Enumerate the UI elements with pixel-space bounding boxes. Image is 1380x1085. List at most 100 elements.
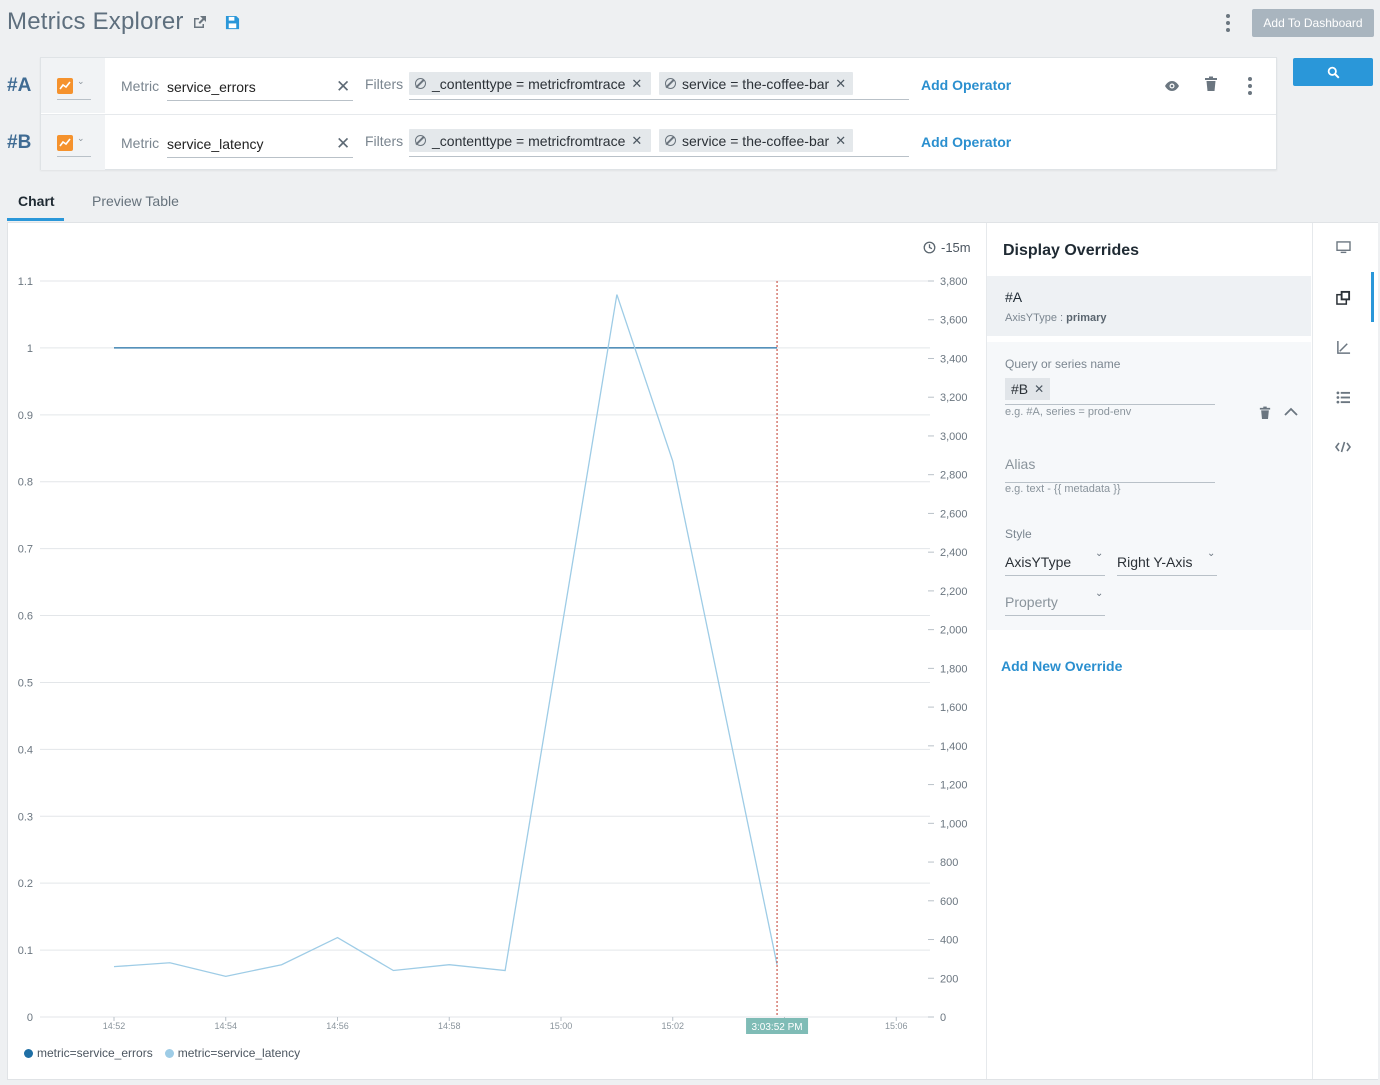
- add-new-override-link[interactable]: Add New Override: [1001, 658, 1122, 674]
- query-row-a: #A ⌄ Metric service_errors ✕ Filters _co…: [7, 58, 1276, 114]
- x-tick-label: 15:02: [661, 1021, 684, 1031]
- legend-item[interactable]: metric=service_errors: [24, 1046, 153, 1060]
- legend-label: metric=service_latency: [177, 1046, 301, 1060]
- y-left-tick-label: 0.6: [18, 611, 33, 623]
- more-options-icon[interactable]: [1220, 13, 1236, 33]
- remove-filter-icon[interactable]: ✕: [631, 76, 642, 92]
- filter-chip-label: service = the-coffee-bar: [682, 75, 830, 92]
- property-select[interactable]: Property: [1005, 594, 1058, 610]
- y-right-tick-label: 2,800: [940, 470, 968, 482]
- clear-metric-icon[interactable]: ✕: [336, 77, 350, 97]
- line-chart: 0 0.1 0.2 0.3 0.4 0.5 0.6 0.7 0.8 0.9 1 1.1 0 200 400 6…: [18, 276, 968, 1034]
- query-label: #A: [7, 75, 32, 96]
- tab-chart[interactable]: Chart: [18, 193, 55, 209]
- y-right-tick-label: 3,800: [940, 276, 968, 288]
- y-left-tick-label: 0.2: [18, 878, 33, 890]
- override-summary: AxisYType : primary: [1005, 312, 1107, 324]
- series-chip[interactable]: #B ✕: [1005, 378, 1051, 400]
- axis-icon[interactable]: [1333, 337, 1353, 357]
- clear-metric-icon[interactable]: ✕: [336, 134, 350, 154]
- eye-icon[interactable]: [1164, 78, 1180, 94]
- y-left-tick-label: 0.9: [18, 410, 33, 422]
- y-right-tick-label: 1,600: [940, 702, 968, 714]
- filter-chip-label: _contenttype = metricfromtrace: [432, 132, 626, 149]
- metric-label: Metric: [121, 78, 160, 94]
- query-type-cell: ⌄: [41, 115, 105, 170]
- share-icon[interactable]: [191, 13, 209, 31]
- alias-input[interactable]: Alias: [1005, 456, 1035, 472]
- save-icon[interactable]: [223, 13, 241, 31]
- chevron-up-icon[interactable]: [1284, 407, 1298, 417]
- y-right-tick-label: 0: [940, 1012, 946, 1024]
- chevron-down-icon: ⌄: [1095, 588, 1104, 599]
- overrides-icon[interactable]: [1333, 287, 1353, 307]
- remove-filter-icon[interactable]: ✕: [631, 133, 642, 149]
- filter-chip-label: _contenttype = metricfromtrace: [432, 75, 626, 92]
- y-left-tick-label: 1: [27, 343, 33, 355]
- y-right-tick-label: 3,600: [940, 315, 968, 327]
- query-series-input[interactable]: [1005, 404, 1215, 405]
- y-right-tick-label: 2,200: [940, 586, 968, 598]
- filters-label: Filters: [365, 76, 404, 92]
- rail-active-indicator: [1371, 272, 1374, 322]
- y-right-tick-label: 400: [940, 935, 958, 947]
- y-right-tick-label: 1,400: [940, 741, 968, 753]
- overrides-title: Display Overrides: [1003, 242, 1140, 259]
- style-select-underline: [1005, 575, 1105, 576]
- query-series-hint: e.g. #A, series = prod-env: [1005, 406, 1132, 418]
- query-type-dropdown[interactable]: ⌄: [57, 76, 91, 100]
- metric-input[interactable]: service_errors: [167, 75, 353, 101]
- query-series-label: Query or series name: [1005, 357, 1121, 371]
- add-operator-link[interactable]: Add Operator: [921, 77, 1011, 93]
- y-right-tick-label: 2,600: [940, 508, 968, 520]
- legend-list-icon[interactable]: [1333, 387, 1353, 407]
- y-left-tick-label: 0.3: [18, 811, 33, 823]
- x-tick-label: 14:52: [103, 1021, 126, 1031]
- query-type-dropdown[interactable]: ⌄: [57, 133, 91, 157]
- override-item-a[interactable]: #A AxisYType : primary: [987, 276, 1311, 336]
- remove-filter-icon[interactable]: ✕: [835, 133, 846, 149]
- y-right-tick-label: 2,400: [940, 547, 968, 559]
- exclude-icon: [665, 78, 676, 89]
- legend-item[interactable]: metric=service_latency: [164, 1046, 301, 1060]
- y-left-tick-label: 0.1: [18, 945, 33, 957]
- filters-field[interactable]: _contenttype = metricfromtrace ✕ service…: [409, 72, 909, 100]
- filters-field[interactable]: _contenttype = metricfromtrace ✕ service…: [409, 129, 909, 157]
- trash-icon[interactable]: [1204, 76, 1218, 92]
- chart-type-icon: [57, 135, 73, 151]
- x-tick-label: 15:00: [550, 1021, 573, 1031]
- remove-filter-icon[interactable]: ✕: [835, 76, 846, 92]
- query-more-icon[interactable]: [1242, 76, 1258, 96]
- clock-icon: [923, 241, 936, 254]
- metric-input[interactable]: service_latency: [167, 132, 353, 158]
- y-right-tick-label: 600: [940, 896, 958, 908]
- y-right-tick-label: 1,800: [940, 663, 968, 675]
- tab-preview-table[interactable]: Preview Table: [92, 193, 179, 209]
- filter-chip[interactable]: service = the-coffee-bar ✕: [659, 129, 853, 152]
- override-name: #A: [1005, 289, 1023, 305]
- filters-label: Filters: [365, 133, 404, 149]
- legend-swatch: [24, 1049, 33, 1058]
- time-range-button[interactable]: -15m: [923, 240, 971, 255]
- filter-chip[interactable]: service = the-coffee-bar ✕: [659, 72, 853, 95]
- code-icon[interactable]: [1333, 437, 1353, 457]
- legend-label: metric=service_errors: [37, 1046, 153, 1060]
- exclude-icon: [415, 78, 426, 89]
- chevron-down-icon: ⌄: [77, 133, 85, 143]
- y-right-tick-label: 800: [940, 857, 958, 869]
- y-right-tick-label: 200: [940, 973, 958, 985]
- remove-series-icon[interactable]: ✕: [1034, 382, 1044, 396]
- search-icon: [1327, 66, 1339, 78]
- search-button[interactable]: [1293, 58, 1373, 86]
- style-label: Style: [1005, 527, 1032, 541]
- axis-select[interactable]: Right Y-Axis: [1117, 554, 1192, 570]
- monitor-icon[interactable]: [1333, 237, 1353, 257]
- add-operator-link[interactable]: Add Operator: [921, 134, 1011, 150]
- add-to-dashboard-button[interactable]: Add To Dashboard: [1252, 9, 1374, 37]
- trash-icon[interactable]: [1259, 406, 1271, 420]
- filter-chip[interactable]: _contenttype = metricfromtrace ✕: [409, 129, 651, 152]
- chevron-down-icon: ⌄: [77, 76, 85, 86]
- chevron-down-icon: ⌄: [1207, 548, 1216, 559]
- style-select[interactable]: AxisYType: [1005, 554, 1071, 570]
- filter-chip[interactable]: _contenttype = metricfromtrace ✕: [409, 72, 651, 95]
